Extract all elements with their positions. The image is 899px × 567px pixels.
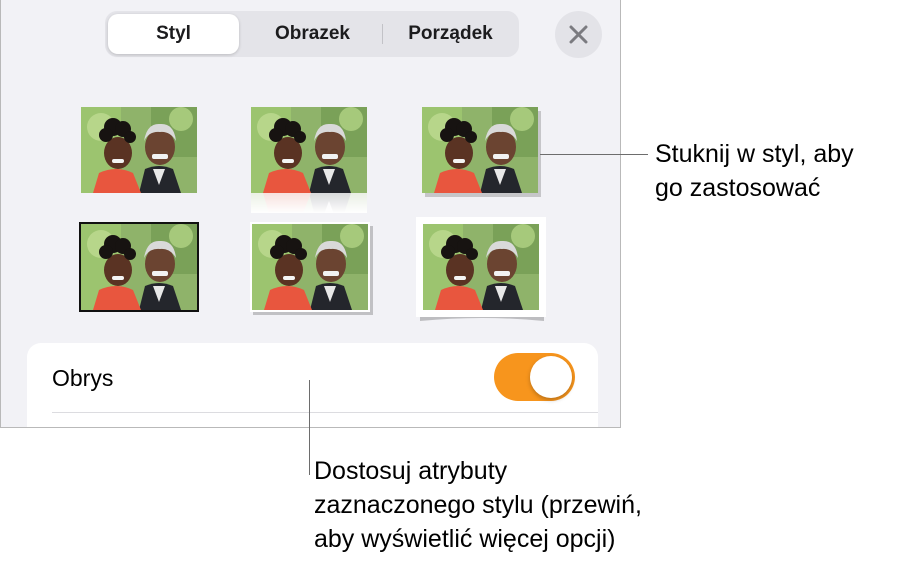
- tab-styl[interactable]: Styl: [108, 14, 239, 54]
- style-preset-white-border-curved-shadow[interactable]: [416, 217, 548, 325]
- format-tabs: Styl Obrazek Porządek: [105, 11, 519, 57]
- outline-label: Obrys: [52, 365, 114, 391]
- style-callout-line: [540, 154, 648, 155]
- style-preset-reflection[interactable]: [251, 107, 367, 213]
- style-preset-no-border[interactable]: [81, 107, 197, 193]
- tab-divider: [382, 24, 383, 44]
- style-callout-text: Stuknij w styl, aby go zastosować: [655, 137, 854, 205]
- tab-porzadek[interactable]: Porządek: [385, 14, 516, 54]
- style-callout-line1: Stuknij w styl, aby: [655, 140, 854, 168]
- style-callout-line2: go zastosować: [655, 174, 821, 202]
- toggle-knob: [530, 356, 572, 398]
- card-divider: [52, 412, 598, 413]
- outline-setting-card: Obrys: [27, 343, 598, 427]
- style-preset-thick-black-border[interactable]: [79, 222, 199, 312]
- tab-obrazek[interactable]: Obrazek: [245, 14, 380, 54]
- attributes-callout-text: Dostosuj atrybuty zaznaczonego stylu (pr…: [314, 454, 642, 556]
- outline-toggle[interactable]: [494, 353, 575, 401]
- style-preset-thin-border-shadow[interactable]: [250, 222, 374, 316]
- style-preset-shadow[interactable]: [422, 107, 544, 199]
- attributes-callout-line1: Dostosuj atrybuty: [314, 457, 508, 485]
- attributes-callout-line3: aby wyświetlić więcej opcji): [314, 525, 616, 553]
- close-button[interactable]: [555, 11, 602, 58]
- attributes-callout-line2: zaznaczonego stylu (przewiń,: [314, 491, 642, 519]
- format-popover: Styl Obrazek Porządek Obrys: [0, 0, 621, 428]
- attributes-callout-line: [309, 380, 310, 475]
